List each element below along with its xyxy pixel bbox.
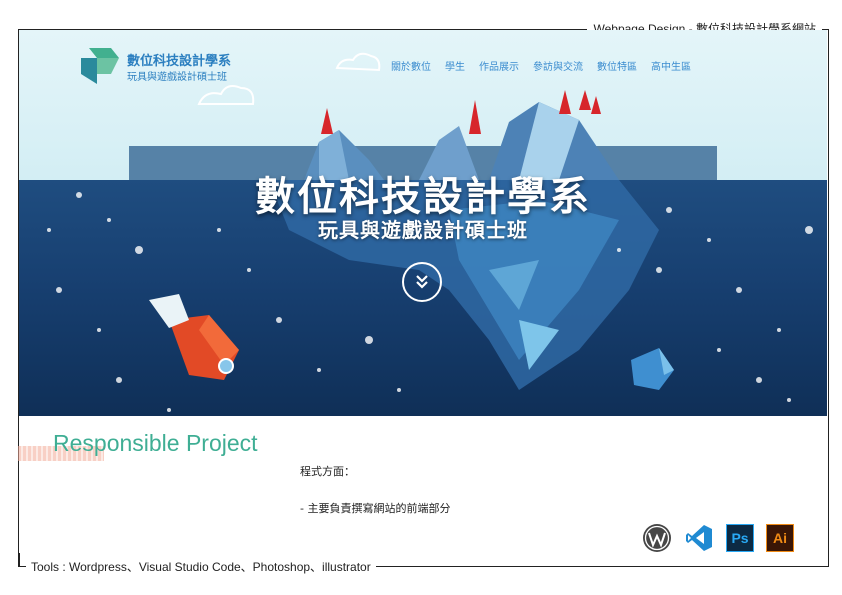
- nav-item-works[interactable]: 作品展示: [479, 58, 519, 73]
- photoshop-icon: Ps: [726, 524, 754, 552]
- section-line-1: 程式方面：: [300, 465, 355, 478]
- section-line-2: - 主要負責撰寫網站的前端部分: [300, 502, 451, 515]
- logo-subtitle: 玩具與遊戲設計碩士班: [127, 72, 227, 83]
- frame-corner: [18, 553, 20, 567]
- logo-title: 數位科技設計學系: [127, 54, 232, 69]
- section-title: Responsible Project: [53, 430, 258, 456]
- illustrator-icon: Ai: [766, 524, 794, 552]
- nav-item-exchange[interactable]: 參訪與交流: [533, 58, 583, 73]
- tool-icons: Ps Ai: [642, 523, 794, 553]
- website-screenshot: 數位科技設計學系 玩具與遊戲設計碩士班 關於數位 學生 作品展示 參訪與交流 數…: [19, 30, 827, 416]
- tools-caption: Tools : Wordpress、Visual Studio Code、Pho…: [26, 558, 376, 575]
- wordpress-icon: [642, 523, 672, 553]
- nav-item-highschool[interactable]: 高中生區: [651, 58, 691, 73]
- scroll-down-button[interactable]: [402, 262, 442, 302]
- nav-item-about[interactable]: 關於數位: [391, 58, 431, 73]
- nav-item-students[interactable]: 學生: [445, 58, 465, 73]
- hero-subtitle: 玩具與遊戲設計碩士班: [318, 218, 528, 242]
- double-chevron-down-icon: [416, 275, 428, 289]
- nav-item-digital-zone[interactable]: 數位特區: [597, 58, 637, 73]
- site-nav: 關於數位 學生 作品展示 參訪與交流 數位特區 高中生區: [391, 58, 691, 73]
- department-logo-icon[interactable]: [81, 44, 119, 84]
- visual-studio-code-icon: [684, 523, 714, 553]
